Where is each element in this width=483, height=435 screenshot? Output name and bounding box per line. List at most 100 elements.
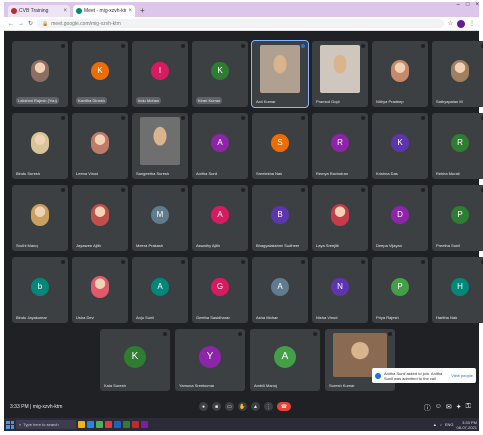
more-options-icon[interactable]: ⋮ [264, 402, 273, 411]
participant-tile[interactable]: Jayasree Ajith [72, 185, 128, 251]
back-icon[interactable]: ← [8, 21, 14, 27]
participant-tile[interactable]: K Kavitha Dinesh [72, 41, 128, 107]
info-icon[interactable]: ⓘ [424, 403, 431, 413]
participant-tile[interactable]: b Bindu Jayakumar [12, 257, 68, 323]
participant-tile[interactable]: B Bhagyalakshmi Sudheer [252, 185, 308, 251]
participant-tile[interactable]: R Rekha Murali [432, 113, 483, 179]
language-indicator[interactable]: ENG [445, 422, 454, 427]
participant-tile[interactable]: D Deepa Vijayan [372, 185, 428, 251]
mic-status-icon [421, 116, 425, 120]
participant-tile[interactable]: K Krishna Das [372, 113, 428, 179]
mic-status-icon [61, 116, 65, 120]
participant-tile[interactable]: P Priya Rajesh [372, 257, 428, 323]
forward-icon[interactable]: → [18, 21, 24, 27]
teams-icon[interactable] [141, 421, 148, 428]
word-icon[interactable] [114, 421, 121, 428]
tab-meet[interactable]: Meet - mig-xzvh-ktm × [73, 5, 135, 17]
windows-start-icon[interactable] [6, 420, 14, 429]
raise-hand-icon[interactable]: ✋ [238, 402, 247, 411]
new-tab-button[interactable]: + [140, 5, 145, 17]
close-icon[interactable]: × [63, 8, 67, 14]
network-icon[interactable]: ▲ [433, 422, 437, 427]
participant-name: Usha Devi [76, 315, 95, 320]
participant-tile[interactable]: A Anitha Sunil [192, 113, 248, 179]
participant-tile[interactable]: R Remya Ravindran [312, 113, 368, 179]
mic-status-icon [361, 44, 365, 48]
participant-tile[interactable]: Bindu Suresh [12, 113, 68, 179]
participant-tile[interactable]: Usha Devi [72, 257, 128, 323]
participant-avatar: K [124, 345, 146, 368]
tab-title: CVB Training [19, 8, 49, 14]
close-window-icon[interactable]: × [475, 2, 479, 8]
reload-icon[interactable]: ↻ [28, 20, 33, 27]
mic-status-icon [181, 116, 185, 120]
participant-avatar: P [451, 205, 469, 224]
activities-icon[interactable]: ✦ [456, 403, 462, 413]
menu-icon[interactable]: ⋮ [469, 20, 475, 27]
minimize-icon[interactable]: – [457, 2, 460, 8]
maximize-icon[interactable]: □ [466, 2, 470, 8]
participant-tile[interactable]: K Kala Suresh [100, 329, 170, 391]
mic-icon[interactable]: ● [199, 402, 208, 411]
edge-icon[interactable] [87, 421, 94, 428]
star-icon[interactable]: ☆ [448, 20, 453, 27]
participant-tile[interactable]: Nithya Pradeep [372, 41, 428, 107]
participant-tile[interactable]: M Meera Prakash [132, 185, 188, 251]
excel-icon[interactable] [123, 421, 130, 428]
participant-avatar: B [271, 205, 289, 224]
participant-tile[interactable]: G Geetha Sasidharan [192, 257, 248, 323]
participant-tile[interactable]: Sruthi Manoj [12, 185, 68, 251]
app-icon[interactable] [105, 421, 112, 428]
participant-tile[interactable]: Sathyapalan M [432, 41, 483, 107]
participant-tile[interactable]: Laya Sreejith [312, 185, 368, 251]
call-controls: ● ■ ▭ ✋ ▲ ⋮ ☎ [199, 402, 291, 411]
profile-avatar[interactable] [457, 19, 465, 28]
mic-status-icon [61, 188, 65, 192]
participant-tile[interactable]: Leena Vinod [72, 113, 128, 179]
participant-tile[interactable]: N Nisha Vinod [312, 257, 368, 323]
participant-tile[interactable]: A Asha Mohan [252, 257, 308, 323]
lock-icon[interactable]: ⚿ [466, 403, 471, 413]
meeting-details[interactable]: 3:33 PM | mig-xzvh-ktm [10, 404, 130, 410]
participant-tile[interactable]: I Indu Mohan [132, 41, 188, 107]
participant-tile[interactable]: Pramod Gopi [312, 41, 368, 107]
participant-tile[interactable]: H Haritha Nair [432, 257, 483, 323]
url-field[interactable]: 🔒 meet.google.com/mig-xzvh-ktm [37, 19, 444, 28]
participant-tile[interactable]: P Preetha Sunil [432, 185, 483, 251]
participant-name: Sathyapalan M [436, 99, 463, 104]
file-explorer-icon[interactable] [78, 421, 85, 428]
captions-icon[interactable]: ▭ [225, 402, 234, 411]
participant-tile[interactable]: Sangeetha Suresh [132, 113, 188, 179]
taskbar-search-placeholder: Type here to search [23, 422, 59, 427]
participant-tile[interactable]: A Ambili Manoj [250, 329, 320, 391]
participant-tile[interactable]: Y Yamuna Sreekumar [175, 329, 245, 391]
present-icon[interactable]: ▲ [251, 402, 260, 411]
chat-icon[interactable]: ✉ [446, 403, 452, 413]
mic-status-icon [61, 260, 65, 264]
participant-tile[interactable]: Anil Kumar [251, 40, 309, 108]
view-people-button[interactable]: View people [451, 373, 473, 378]
taskbar-search[interactable]: ⌕ Type here to search [16, 420, 76, 429]
participant-tile[interactable]: Lakshmi Rajesh (You) [12, 41, 68, 107]
volume-icon[interactable]: ♪ [440, 422, 442, 427]
participant-tile[interactable]: A Aswathy Ajith [192, 185, 248, 251]
chrome-icon[interactable] [96, 421, 103, 428]
close-icon[interactable]: × [128, 8, 132, 14]
participant-name: Bindu Jayakumar [16, 315, 47, 320]
participant-tile[interactable]: S Sreelekha Nair [252, 113, 308, 179]
participant-tile[interactable]: A Anju Sunil [132, 257, 188, 323]
end-call-button[interactable]: ☎ [277, 402, 291, 411]
mic-status-icon [301, 116, 305, 120]
people-icon[interactable]: ☺ [435, 403, 442, 413]
participant-avatar: A [151, 277, 169, 296]
mic-status-icon [301, 44, 305, 48]
camera-icon[interactable]: ■ [212, 402, 221, 411]
mic-status-icon [241, 260, 245, 264]
tab-training[interactable]: CVB Training × [8, 5, 70, 17]
participant-avatar: R [451, 133, 469, 152]
participant-name: Nithya Pradeep [376, 99, 404, 104]
taskbar-clock[interactable]: 3:33 PM 08-07-2021 [457, 420, 477, 430]
mic-status-icon [61, 44, 65, 48]
participant-tile[interactable]: K Kiran Kumar [192, 41, 248, 107]
powerpoint-icon[interactable] [132, 421, 139, 428]
